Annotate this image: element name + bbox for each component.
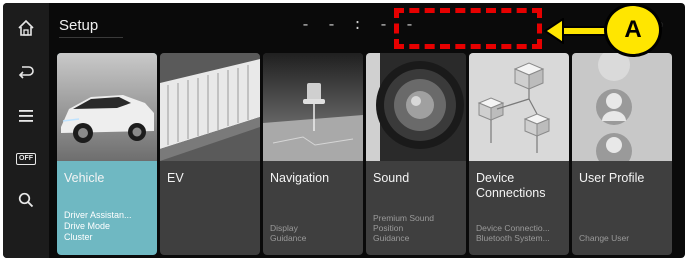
- screen-off-icon: OFF: [16, 153, 36, 165]
- card-label: EV: [167, 171, 184, 185]
- speaker-image: [366, 53, 466, 161]
- card-user-profile[interactable]: User Profile Change User: [572, 53, 672, 255]
- card-subitem: Premium Sound: [373, 213, 434, 223]
- home-icon: [18, 19, 34, 36]
- card-ev[interactable]: EV: [160, 53, 260, 255]
- vehicle-image: [57, 53, 157, 161]
- card-label: Navigation: [270, 171, 330, 185]
- card-subitem: Cluster: [64, 232, 93, 242]
- callout-arrow-icon: [543, 18, 606, 44]
- card-subitems: Change User: [579, 233, 671, 243]
- card-subitem: Position: [373, 223, 404, 233]
- card-sound[interactable]: Sound Premium Sound Position Guidance: [366, 53, 466, 255]
- user-profile-image: [572, 53, 672, 161]
- card-navigation[interactable]: Navigation Display Guidance: [263, 53, 363, 255]
- card-subitem: Display: [270, 223, 298, 233]
- card-subitem: Guidance: [373, 233, 410, 243]
- card-subitem: Guidance: [270, 233, 307, 243]
- home-button[interactable]: [3, 11, 49, 45]
- search-button[interactable]: [3, 183, 49, 217]
- card-device-connections[interactable]: Device Connections Device Connectio... B…: [469, 53, 569, 255]
- navigation-pin-image: [263, 53, 363, 161]
- search-icon: [18, 192, 34, 208]
- card-label: User Profile: [579, 171, 645, 185]
- title-divider: [59, 37, 123, 38]
- left-rail: OFF: [3, 3, 49, 258]
- page-title: Setup: [59, 17, 99, 34]
- card-subitems: Device Connectio... Bluetooth System...: [476, 223, 568, 243]
- back-button[interactable]: [3, 55, 49, 89]
- card-label: Device Connections: [476, 171, 546, 200]
- callout-highlight-box: [394, 8, 542, 49]
- card-subitem: Change User: [579, 233, 630, 243]
- card-label: Sound: [373, 171, 410, 185]
- card-label: Vehicle: [64, 171, 105, 185]
- card-subitems: Premium Sound Position Guidance: [373, 213, 465, 243]
- card-subitem: Bluetooth System...: [476, 233, 550, 243]
- menu-icon: [19, 110, 33, 122]
- card-subitems: Display Guidance: [270, 223, 362, 243]
- back-icon: [18, 66, 34, 79]
- card-subitem: Drive Mode: [64, 221, 111, 231]
- ev-battery-image: [160, 53, 260, 161]
- card-subitem: Device Connectio...: [476, 223, 550, 233]
- card-subitem: Driver Assistan...: [64, 210, 132, 220]
- menu-button[interactable]: [3, 99, 49, 133]
- callout-label: A: [604, 3, 662, 57]
- card-vehicle[interactable]: Vehicle Driver Assistan... Drive Mode Cl…: [57, 53, 157, 255]
- device-connections-image: [469, 53, 569, 161]
- screen-off-button[interactable]: OFF: [3, 142, 49, 176]
- card-subitems: Driver Assistan... Drive Mode Cluster: [64, 210, 156, 243]
